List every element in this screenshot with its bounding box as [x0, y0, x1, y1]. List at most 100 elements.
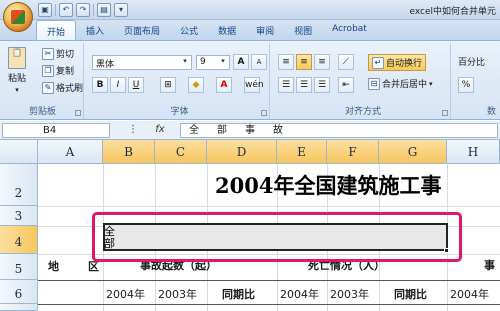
column-header-a[interactable]: A: [38, 140, 103, 164]
paste-button[interactable]: 📋 粘贴 ▾: [8, 47, 26, 94]
select-all-corner[interactable]: [0, 140, 38, 164]
cell-sub-2004c: 2004年: [450, 288, 489, 301]
font-name-select[interactable]: 黑体 ▾: [92, 55, 192, 70]
font-size-select[interactable]: 9 ▾: [196, 55, 230, 70]
merge-center-button[interactable]: ⊟ 合并后居中 ▾: [368, 77, 433, 90]
undo-icon[interactable]: ↶: [59, 3, 73, 17]
decrease-indent-button[interactable]: ⇤: [338, 77, 354, 93]
align-center-button[interactable]: ☰: [296, 77, 312, 93]
cut-button[interactable]: ✂ 剪切: [42, 47, 74, 60]
dialog-launcher-icon[interactable]: [75, 110, 81, 116]
number-format-value: 百分比: [458, 58, 486, 68]
insert-function-icon[interactable]: fx: [155, 124, 164, 135]
cell-region-label: 地: [48, 260, 59, 273]
cut-label: 剪切: [56, 50, 75, 60]
column-header-e[interactable]: E: [277, 140, 327, 164]
tab-acrobat[interactable]: Acrobat: [322, 20, 377, 40]
font-group: 黑体 ▾ 9 ▾ A A B I U ⊞ ◆ A wén 字体: [90, 43, 270, 119]
phonetic-button[interactable]: wén: [244, 77, 264, 93]
name-box[interactable]: B4: [2, 123, 110, 138]
number-format-select[interactable]: 百分比: [458, 55, 485, 68]
wrap-text-button[interactable]: ↵ 自动换行: [368, 54, 427, 71]
column-header-g[interactable]: G: [379, 140, 447, 164]
qat-separator: [93, 4, 94, 16]
row-header-6[interactable]: 6: [0, 280, 38, 304]
row-header-7[interactable]: [0, 304, 38, 311]
align-middle-icon: ≡: [300, 57, 308, 67]
expand-icon[interactable]: ⋮: [128, 124, 138, 135]
dialog-launcher-icon[interactable]: [442, 110, 448, 116]
office-button[interactable]: [3, 2, 33, 32]
chevron-down-icon[interactable]: ▾: [218, 57, 228, 68]
row-header-5[interactable]: 5: [0, 254, 38, 280]
number-group: 百分比 % 数: [456, 43, 500, 119]
align-middle-button[interactable]: ≡: [296, 54, 312, 70]
cell-sub-2004: 2004年: [106, 288, 145, 301]
bold-button[interactable]: B: [92, 77, 108, 93]
customize-qat-icon[interactable]: ▾: [114, 3, 128, 17]
paste-label: 粘贴: [8, 74, 27, 84]
alignment-group-label: 对齐方式: [344, 107, 381, 117]
copy-label: 复制: [56, 67, 75, 77]
chevron-down-icon[interactable]: ▾: [180, 57, 190, 68]
font-color-button[interactable]: A: [216, 77, 232, 93]
copy-button[interactable]: ❐ 复制: [42, 64, 74, 77]
grow-font-button[interactable]: A: [233, 54, 249, 70]
tab-page-layout[interactable]: 页面布局: [114, 20, 170, 40]
border-icon: ⊞: [164, 80, 172, 90]
number-group-label: 数: [486, 107, 496, 117]
align-bottom-button[interactable]: ≡: [314, 54, 330, 70]
shrink-font-label: A: [256, 58, 262, 66]
underline-label: U: [132, 80, 140, 90]
orientation-icon: ⟋: [342, 57, 350, 67]
shrink-font-button[interactable]: A: [251, 54, 267, 70]
align-top-button[interactable]: ≡: [278, 54, 294, 70]
column-header-h[interactable]: H: [447, 140, 500, 164]
row-header-2[interactable]: 2: [0, 164, 38, 206]
office-logo-icon: [11, 10, 25, 24]
chevron-down-icon[interactable]: ▾: [429, 80, 433, 88]
tab-insert[interactable]: 插入: [76, 20, 114, 40]
underline-button[interactable]: U: [128, 77, 144, 93]
align-bottom-icon: ≡: [318, 57, 326, 67]
column-header-f[interactable]: F: [327, 140, 379, 164]
clipboard-group: 📋 粘贴 ▾ ✂ 剪切 ❐ 复制 ✎ 格式刷 剪贴板: [2, 43, 84, 119]
tab-formulas[interactable]: 公式: [170, 20, 208, 40]
wrap-text-label: 自动换行: [386, 59, 423, 69]
cell-sub-compareb: 同期比: [394, 288, 427, 301]
column-header-b[interactable]: B: [103, 140, 155, 164]
save-icon[interactable]: ▣: [38, 3, 52, 17]
redo-icon[interactable]: ↷: [76, 3, 90, 17]
fill-color-button[interactable]: ◆: [188, 77, 204, 93]
format-painter-button[interactable]: ✎ 格式刷: [42, 81, 83, 94]
brush-icon: ✎: [42, 81, 54, 94]
formula-controls: ⋮ fx: [128, 124, 165, 135]
column-header-d[interactable]: D: [207, 140, 277, 164]
qat-separator: [55, 4, 56, 16]
phonetic-icon: wén: [245, 80, 264, 90]
tab-home[interactable]: 开始: [36, 20, 77, 40]
wrap-text-icon: ↵: [372, 56, 384, 69]
paste-dropdown-icon[interactable]: ▾: [15, 86, 19, 94]
border-button[interactable]: ⊞: [160, 77, 176, 93]
tab-data[interactable]: 数据: [208, 20, 246, 40]
dialog-launcher-icon[interactable]: [261, 110, 267, 116]
tab-review[interactable]: 审阅: [246, 20, 284, 40]
quick-access-toolbar: ▣ ↶ ↷ ▤ ▾: [38, 2, 128, 18]
print-preview-icon[interactable]: ▤: [97, 3, 111, 17]
font-color-label: A: [220, 80, 228, 90]
tab-view[interactable]: 视图: [284, 20, 322, 40]
annotation-highlight: [92, 212, 462, 262]
align-right-button[interactable]: ☰: [314, 77, 330, 93]
align-center-icon: ☰: [299, 80, 309, 90]
percent-style-button[interactable]: %: [458, 77, 474, 93]
cell-group-more: 事: [484, 259, 495, 272]
align-left-button[interactable]: ☰: [278, 77, 294, 93]
font-name-value: 黑体: [96, 60, 115, 70]
formula-input[interactable]: 全部事故: [180, 123, 498, 138]
italic-button[interactable]: I: [110, 77, 126, 93]
row-header-3[interactable]: 3: [0, 206, 38, 226]
column-header-c[interactable]: C: [155, 140, 207, 164]
orientation-button[interactable]: ⟋: [338, 54, 354, 70]
row-header-4[interactable]: 4: [0, 226, 38, 254]
